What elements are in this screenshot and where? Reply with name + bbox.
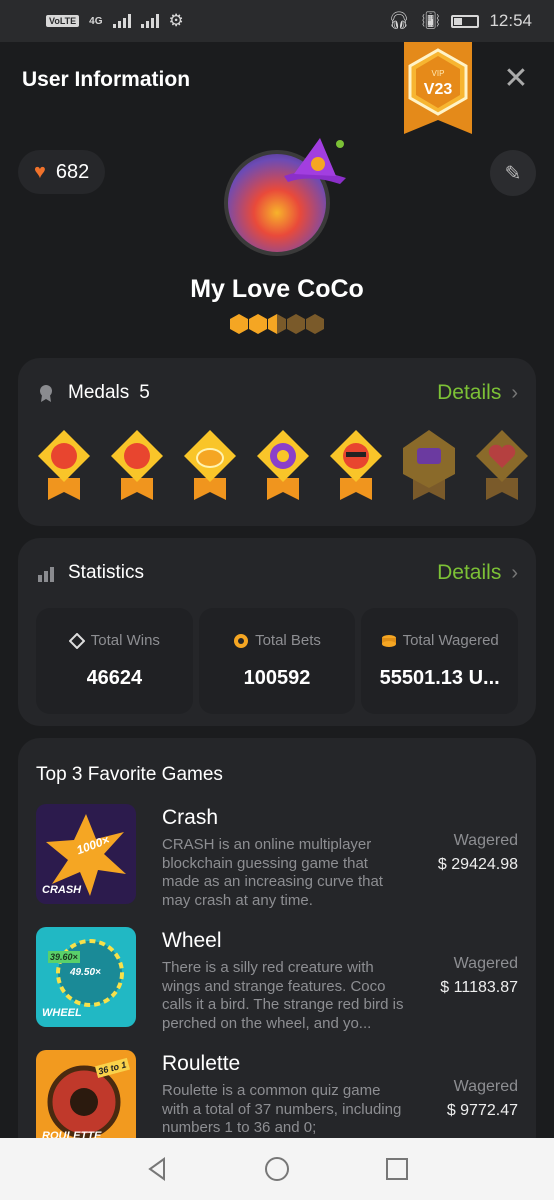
- status-bar: VoLTE 4G ⚙ 🎧︎ 📳︎ 12:54: [0, 0, 554, 42]
- stat-total-wins: Total Wins 46624: [36, 608, 193, 714]
- statistics-details-link[interactable]: Details ›: [437, 561, 518, 585]
- game-name: Roulette: [162, 1052, 241, 1075]
- witch-hat-icon: [284, 138, 346, 184]
- medal-red-creature[interactable]: [36, 428, 92, 500]
- game-name: Crash: [162, 806, 219, 829]
- game-item-crash[interactable]: 1000× CRASH Crash CRASH is an online mul…: [18, 804, 536, 927]
- game-thumbnail: 36 to 1 ROULETTE: [36, 1050, 136, 1138]
- game-description: CRASH is an online multiplayer blockchai…: [162, 836, 383, 909]
- wager-label: Wagered: [453, 832, 518, 849]
- wager-value: $ 29424.98: [437, 856, 518, 873]
- medal-gold-coins[interactable]: [182, 428, 238, 500]
- headphones-icon: 🎧︎: [388, 11, 410, 30]
- medal-locked-heart[interactable]: [474, 428, 530, 500]
- system-navigation-bar: [0, 1138, 554, 1200]
- user-information-sheet: User Information VIP V23 ✕ ♥ 682 My Love…: [0, 42, 554, 1138]
- game-thumbnail: 1000× CRASH: [36, 804, 136, 904]
- edit-profile-button[interactable]: ✎: [490, 150, 536, 196]
- rank-star-empty: [287, 314, 305, 334]
- game-description: Roulette is a common quiz game with a to…: [162, 1082, 402, 1136]
- rank-star-half: [268, 314, 286, 334]
- vip-badge: VIP V23: [404, 42, 472, 134]
- medal-locked-chat[interactable]: [401, 428, 457, 500]
- medal-red-heart[interactable]: [109, 428, 165, 500]
- volte-badge: VoLTE: [46, 15, 80, 27]
- rank-stars: [230, 314, 324, 334]
- recents-square-icon[interactable]: [384, 1156, 410, 1182]
- coins-icon: [381, 634, 396, 647]
- avatar[interactable]: [222, 138, 346, 260]
- rank-star-empty: [306, 314, 324, 334]
- close-button[interactable]: ✕: [500, 64, 532, 96]
- back-triangle-icon[interactable]: [144, 1156, 170, 1182]
- likes-count: 682: [55, 160, 90, 183]
- medal-cool-creature[interactable]: [328, 428, 384, 500]
- chevron-right-icon: ›: [511, 561, 518, 584]
- game-thumbnail: 39.60× 49.50× WHEEL: [36, 927, 136, 1027]
- statistics-title: Statistics: [68, 562, 145, 583]
- stat-label: Total Bets: [255, 632, 321, 649]
- favorite-games-card: Top 3 Favorite Games 1000× CRASH Crash C…: [18, 738, 536, 1138]
- username: My Love CoCo: [190, 275, 364, 303]
- settings-gear-icon: ⚙: [168, 11, 184, 30]
- game-item-wheel[interactable]: 39.60× 49.50× WHEEL Wheel There is a sil…: [18, 927, 536, 1050]
- game-tag: WHEEL: [42, 1007, 82, 1019]
- wager-value: $ 11183.87: [440, 979, 518, 996]
- medals-header: Medals 5 Details ›: [18, 358, 536, 428]
- game-badge: 49.50×: [70, 967, 101, 978]
- page-title: User Information: [22, 68, 191, 91]
- medal-icon: [40, 385, 52, 402]
- stat-total-bets: Total Bets 100592: [198, 608, 356, 714]
- clock: 12:54: [489, 11, 532, 30]
- heart-icon: ♥: [34, 160, 46, 183]
- game-description: There is a silly red creature with wings…: [162, 959, 404, 1032]
- stat-list: Total Wins 46624 Total Bets 100592 Total…: [18, 608, 536, 714]
- home-circle-icon[interactable]: [264, 1156, 290, 1182]
- medals-title: Medals: [68, 382, 130, 403]
- network-type: 4G: [89, 15, 103, 27]
- game-tag: ROULETTE: [42, 1130, 102, 1138]
- favorite-games-title: Top 3 Favorite Games: [36, 764, 223, 785]
- game-badge-secondary: 39.60×: [48, 951, 80, 963]
- medal-list: [18, 428, 536, 500]
- game-tag: CRASH: [42, 884, 82, 896]
- chevron-right-icon: ›: [511, 381, 518, 404]
- battery-icon: [451, 14, 480, 28]
- ticket-icon: [68, 632, 85, 649]
- wager-value: $ 9772.47: [446, 1102, 518, 1119]
- chip-icon: [234, 633, 249, 648]
- stat-value: 100592: [243, 667, 311, 689]
- stat-label: Total Wins: [90, 632, 160, 649]
- wager-label: Wagered: [453, 1078, 518, 1095]
- medals-count: 5: [139, 382, 150, 403]
- signal-icon: [112, 14, 131, 28]
- bar-chart-icon: [38, 567, 54, 582]
- details-label: Details: [437, 561, 502, 584]
- vibrate-icon: 📳︎: [419, 11, 442, 30]
- likes-counter[interactable]: ♥ 682: [18, 150, 106, 194]
- close-icon: ✕: [503, 62, 529, 95]
- stat-total-wagered: Total Wagered 55501.13 U...: [361, 608, 519, 714]
- stat-value: 55501.13 U...: [379, 667, 500, 689]
- rank-star-full: [230, 314, 248, 334]
- medals-details-link[interactable]: Details ›: [437, 381, 518, 405]
- medal-purple-wheel[interactable]: [255, 428, 311, 500]
- vip-label: VIP: [432, 69, 445, 78]
- game-name: Wheel: [162, 929, 222, 952]
- pencil-icon: ✎: [504, 162, 522, 185]
- wager-label: Wagered: [453, 955, 518, 972]
- stat-value: 46624: [86, 667, 143, 689]
- game-item-roulette[interactable]: 36 to 1 ROULETTE Roulette Roulette is a …: [18, 1050, 536, 1138]
- stat-label: Total Wagered: [402, 632, 499, 649]
- statistics-card: Statistics Details › Total Wins 46624 To…: [18, 538, 536, 726]
- medals-card: Medals 5 Details ›: [18, 358, 536, 526]
- details-label: Details: [437, 381, 502, 404]
- statistics-header: Statistics Details ›: [18, 538, 536, 608]
- rank-star-full: [249, 314, 267, 334]
- signal-2-icon: [140, 14, 159, 28]
- vip-level: V23: [424, 81, 453, 98]
